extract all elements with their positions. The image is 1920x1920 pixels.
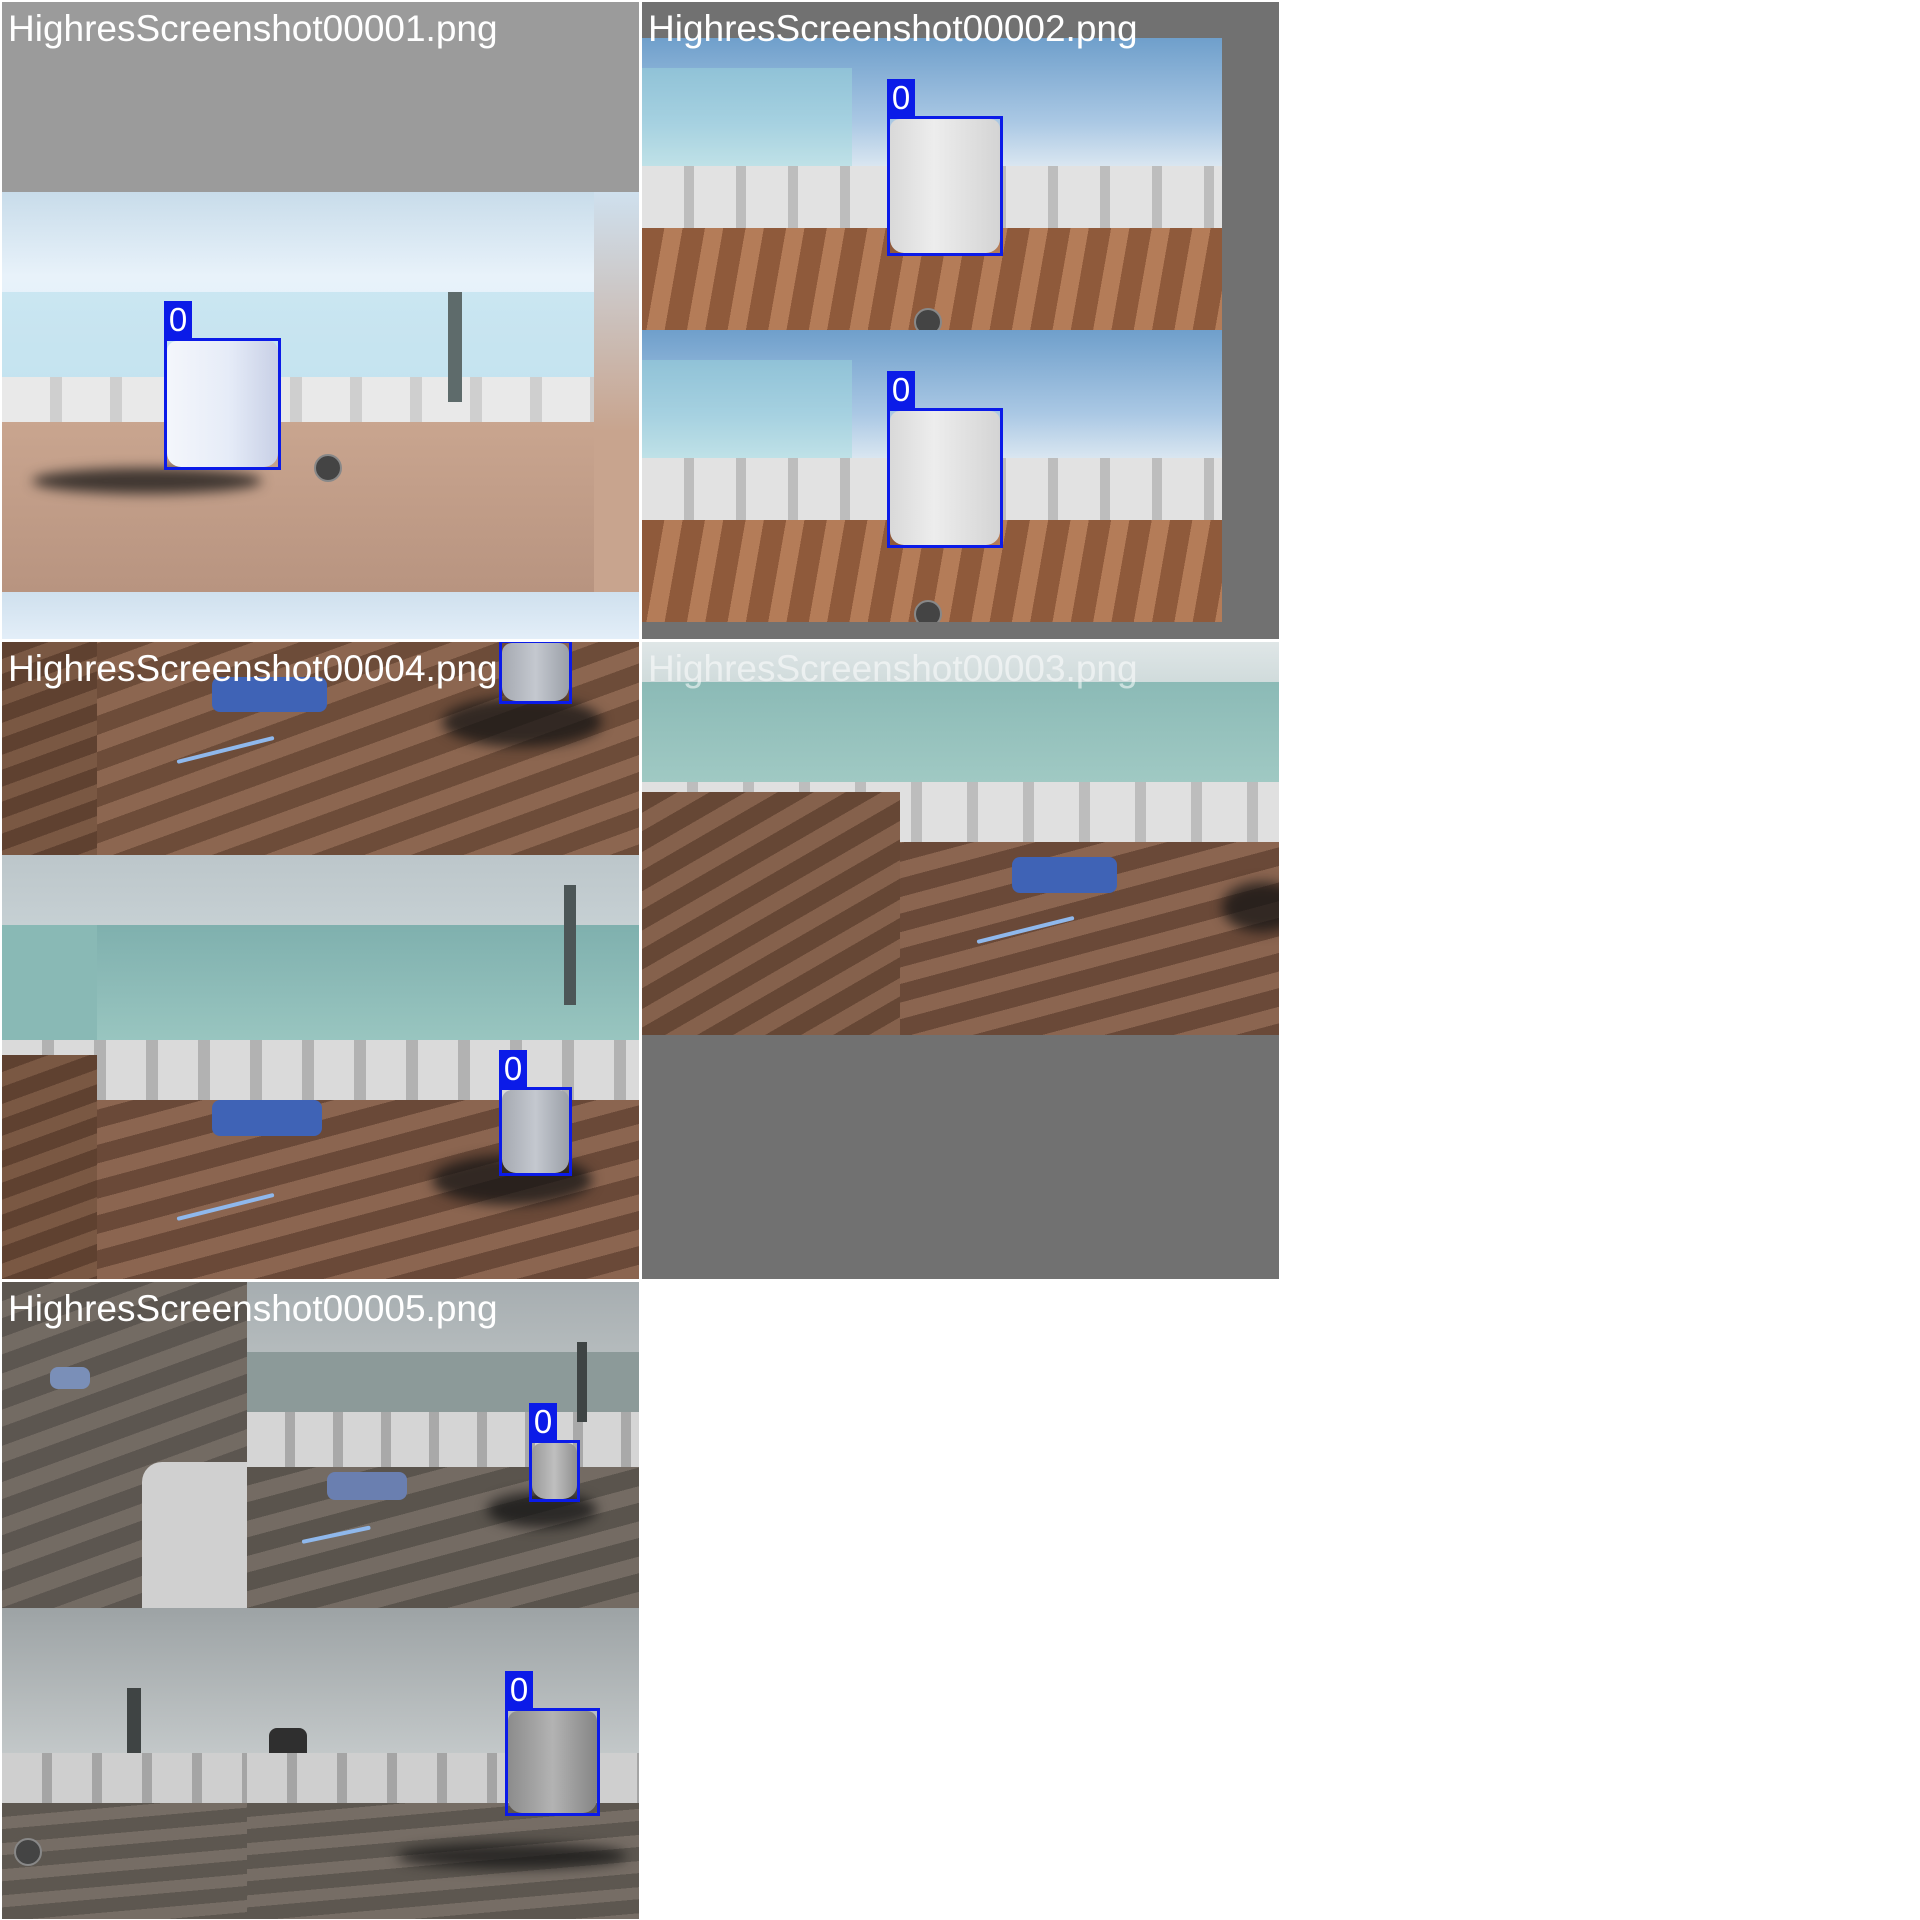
tile-filename: HighresScreenshot00001.png bbox=[8, 8, 498, 49]
class-label: 0 bbox=[529, 1403, 557, 1440]
scene-image-bottom-strip bbox=[2, 592, 639, 639]
scene-image-upper-left bbox=[2, 1282, 247, 1608]
class-label: 0 bbox=[505, 1671, 533, 1708]
tile-filename: HighresScreenshot00004.png bbox=[8, 648, 498, 689]
scene-image-upper-right: 0 bbox=[247, 1282, 639, 1608]
class-label: 0 bbox=[887, 371, 915, 408]
scene-image-lower: 0 bbox=[2, 855, 639, 1279]
mosaic-tile-2: 0 0 HighresScreenshot00002.png bbox=[642, 2, 1279, 639]
tile-filename: HighresScreenshot00005.png bbox=[8, 1288, 498, 1329]
tile-filename: HighresScreenshot00003.png bbox=[648, 648, 1138, 689]
class-label: 0 bbox=[164, 301, 192, 338]
detection-box: 0 bbox=[887, 371, 1003, 548]
tile-filename: HighresScreenshot00002.png bbox=[648, 8, 1138, 49]
mosaic-tile-5: 0 0 HighresScreenshot00005.png bbox=[2, 1282, 639, 1919]
detection-box: 0 bbox=[505, 1671, 600, 1816]
scene-image bbox=[642, 642, 1279, 1035]
detection-box: 0 bbox=[499, 642, 572, 704]
detection-box: 0 bbox=[887, 79, 1003, 256]
detection-box: 0 bbox=[499, 1050, 572, 1176]
detection-box: 0 bbox=[529, 1403, 580, 1502]
scene-image: 0 bbox=[2, 192, 594, 592]
mosaic-tile-3: 0 0 HighresScreenshot00004.png bbox=[2, 642, 639, 1279]
scene-image-upper: 0 bbox=[642, 38, 1222, 330]
scene-image-sliver bbox=[594, 192, 639, 592]
scene-image-lower: 0 bbox=[642, 330, 1222, 622]
mosaic-tile-4: HighresScreenshot00003.png bbox=[642, 642, 1279, 1279]
class-label: 0 bbox=[887, 79, 915, 116]
detection-box: 0 bbox=[164, 301, 281, 470]
scene-image-lower-right: 0 bbox=[247, 1608, 639, 1919]
class-label: 0 bbox=[499, 1050, 527, 1087]
scene-image-lower-left bbox=[2, 1608, 247, 1919]
mosaic-tile-1: 0 HighresScreenshot00001.png bbox=[2, 2, 639, 639]
